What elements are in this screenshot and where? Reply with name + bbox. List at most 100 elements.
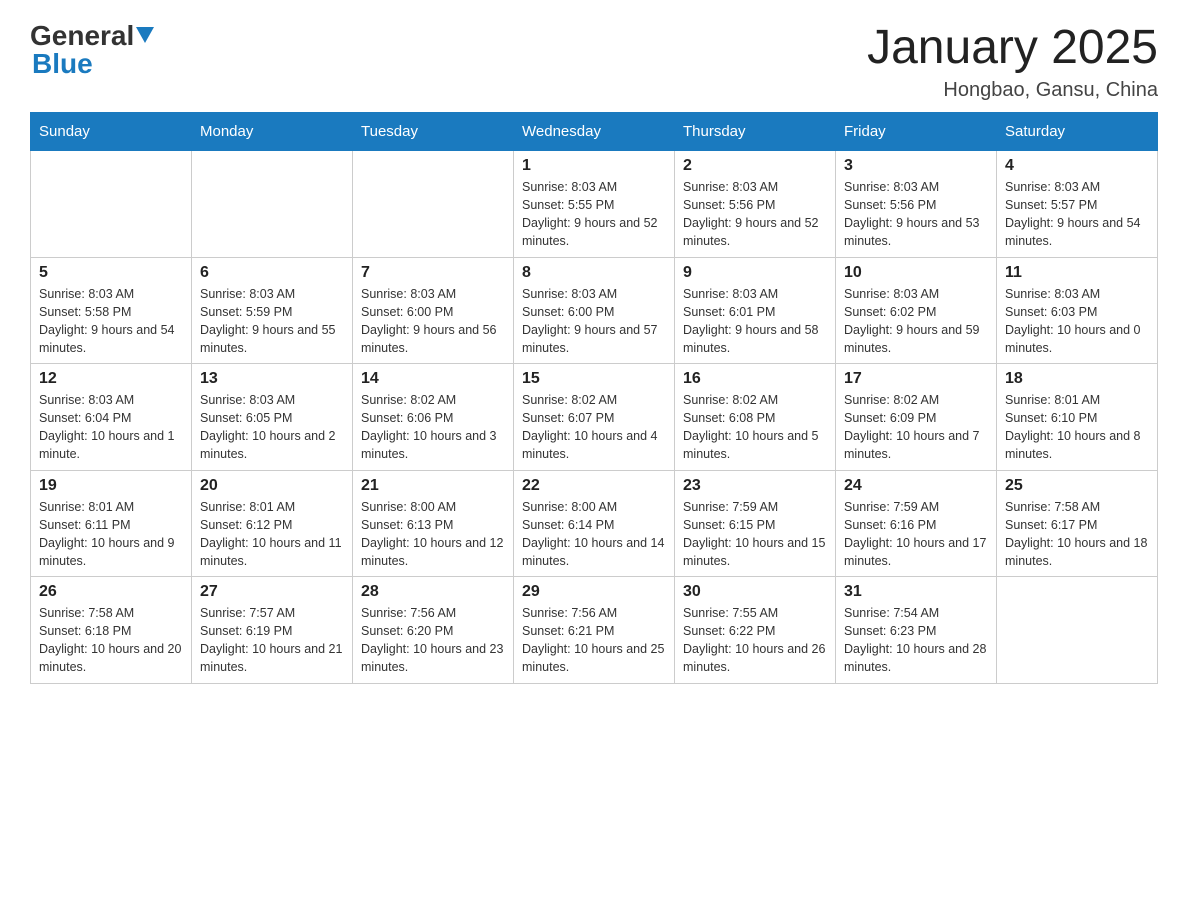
day-info: Sunrise: 8:03 AM Sunset: 6:05 PM Dayligh… [200,391,344,464]
calendar-day-header: Wednesday [514,113,675,151]
calendar-cell: 22Sunrise: 8:00 AM Sunset: 6:14 PM Dayli… [514,470,675,577]
calendar-cell: 28 Sunrise: 7:56 AM Sunset: 6:20 PM Dayli… [353,577,514,684]
calendar-day-header: Tuesday [353,113,514,151]
calendar-day-header: Sunday [31,113,192,151]
day-number: 31 [844,583,988,601]
calendar-cell: 8 Sunrise: 8:03 AM Sunset: 6:00 PM Daylig… [514,257,675,364]
day-info: Sunrise: 7:59 AM Sunset: 6:16 PM Dayligh… [844,498,988,571]
day-info: Sunrise: 8:03 AM Sunset: 5:56 PM Dayligh… [844,178,988,251]
calendar-cell [31,151,192,258]
calendar-cell [192,151,353,258]
day-number: 21 [361,477,505,495]
calendar-day-header: Thursday [675,113,836,151]
day-info: Sunrise: 8:03 AM Sunset: 5:55 PM Dayligh… [522,178,666,251]
calendar-day-header: Friday [836,113,997,151]
calendar-week-row: 5 Sunrise: 8:03 AM Sunset: 5:58 PM Daylig… [31,257,1158,364]
calendar-cell: 23 Sunrise: 7:59 AM Sunset: 6:15 PM Dayli… [675,470,836,577]
calendar-cell [997,577,1158,684]
day-number: 9 [683,264,827,282]
calendar-cell: 15 Sunrise: 8:02 AM Sunset: 6:07 PM Dayli… [514,364,675,471]
calendar-cell: 6 Sunrise: 8:03 AM Sunset: 5:59 PM Daylig… [192,257,353,364]
day-number: 6 [200,264,344,282]
calendar-cell: 30 Sunrise: 7:55 AM Sunset: 6:22 PM Dayli… [675,577,836,684]
calendar-cell: 20 Sunrise: 8:01 AM Sunset: 6:12 PM Dayli… [192,470,353,577]
day-info: Sunrise: 7:58 AM Sunset: 6:18 PM Dayligh… [39,604,183,677]
calendar-cell: 11 Sunrise: 8:03 AM Sunset: 6:03 PM Dayli… [997,257,1158,364]
day-number: 12 [39,370,183,388]
day-number: 3 [844,157,988,175]
calendar-week-row: 26Sunrise: 7:58 AM Sunset: 6:18 PM Dayli… [31,577,1158,684]
day-number: 27 [200,583,344,601]
day-info: Sunrise: 8:01 AM Sunset: 6:12 PM Dayligh… [200,498,344,571]
calendar-week-row: 1 Sunrise: 8:03 AM Sunset: 5:55 PM Daylig… [31,151,1158,258]
day-number: 15 [522,370,666,388]
day-info: Sunrise: 8:02 AM Sunset: 6:08 PM Dayligh… [683,391,827,464]
day-number: 17 [844,370,988,388]
day-info: Sunrise: 8:03 AM Sunset: 6:01 PM Dayligh… [683,285,827,358]
day-number: 25 [1005,477,1149,495]
calendar-subtitle: Hongbao, Gansu, China [867,79,1158,102]
calendar-cell: 13 Sunrise: 8:03 AM Sunset: 6:05 PM Dayli… [192,364,353,471]
day-number: 20 [200,477,344,495]
day-number: 18 [1005,370,1149,388]
day-number: 28 [361,583,505,601]
logo-triangle-icon [136,27,154,48]
calendar-day-header: Saturday [997,113,1158,151]
day-info: Sunrise: 8:03 AM Sunset: 6:04 PM Dayligh… [39,391,183,464]
day-info: Sunrise: 8:03 AM Sunset: 5:59 PM Dayligh… [200,285,344,358]
calendar-cell: 16 Sunrise: 8:02 AM Sunset: 6:08 PM Dayli… [675,364,836,471]
day-info: Sunrise: 8:02 AM Sunset: 6:09 PM Dayligh… [844,391,988,464]
calendar-cell [353,151,514,258]
calendar-cell: 5 Sunrise: 8:03 AM Sunset: 5:58 PM Daylig… [31,257,192,364]
day-info: Sunrise: 7:59 AM Sunset: 6:15 PM Dayligh… [683,498,827,571]
day-number: 5 [39,264,183,282]
calendar-cell: 2 Sunrise: 8:03 AM Sunset: 5:56 PM Daylig… [675,151,836,258]
calendar-table: SundayMondayTuesdayWednesdayThursdayFrid… [30,112,1158,684]
day-info: Sunrise: 8:03 AM Sunset: 6:00 PM Dayligh… [522,285,666,358]
calendar-cell: 19Sunrise: 8:01 AM Sunset: 6:11 PM Dayli… [31,470,192,577]
calendar-cell: 21 Sunrise: 8:00 AM Sunset: 6:13 PM Dayli… [353,470,514,577]
day-number: 11 [1005,264,1149,282]
day-number: 1 [522,157,666,175]
day-number: 16 [683,370,827,388]
title-section: January 2025 Hongbao, Gansu, China [867,20,1158,102]
day-number: 13 [200,370,344,388]
calendar-day-header: Monday [192,113,353,151]
day-number: 23 [683,477,827,495]
calendar-cell: 17 Sunrise: 8:02 AM Sunset: 6:09 PM Dayli… [836,364,997,471]
day-number: 8 [522,264,666,282]
day-number: 4 [1005,157,1149,175]
day-number: 30 [683,583,827,601]
calendar-cell: 24Sunrise: 7:59 AM Sunset: 6:16 PM Dayli… [836,470,997,577]
day-info: Sunrise: 8:03 AM Sunset: 5:57 PM Dayligh… [1005,178,1149,251]
calendar-cell: 29 Sunrise: 7:56 AM Sunset: 6:21 PM Dayli… [514,577,675,684]
calendar-cell: 27Sunrise: 7:57 AM Sunset: 6:19 PM Dayli… [192,577,353,684]
day-info: Sunrise: 8:01 AM Sunset: 6:10 PM Dayligh… [1005,391,1149,464]
calendar-cell: 14 Sunrise: 8:02 AM Sunset: 6:06 PM Dayli… [353,364,514,471]
calendar-cell: 18 Sunrise: 8:01 AM Sunset: 6:10 PM Dayli… [997,364,1158,471]
day-info: Sunrise: 8:03 AM Sunset: 5:58 PM Dayligh… [39,285,183,358]
day-info: Sunrise: 8:03 AM Sunset: 6:03 PM Dayligh… [1005,285,1149,358]
day-info: Sunrise: 7:56 AM Sunset: 6:20 PM Dayligh… [361,604,505,677]
day-info: Sunrise: 8:02 AM Sunset: 6:07 PM Dayligh… [522,391,666,464]
calendar-cell: 12 Sunrise: 8:03 AM Sunset: 6:04 PM Dayli… [31,364,192,471]
day-number: 29 [522,583,666,601]
day-info: Sunrise: 7:58 AM Sunset: 6:17 PM Dayligh… [1005,498,1149,571]
calendar-cell: 31 Sunrise: 7:54 AM Sunset: 6:23 PM Dayli… [836,577,997,684]
calendar-week-row: 12 Sunrise: 8:03 AM Sunset: 6:04 PM Dayli… [31,364,1158,471]
calendar-title: January 2025 [867,20,1158,75]
day-info: Sunrise: 8:03 AM Sunset: 5:56 PM Dayligh… [683,178,827,251]
calendar-cell: 9 Sunrise: 8:03 AM Sunset: 6:01 PM Daylig… [675,257,836,364]
day-info: Sunrise: 7:56 AM Sunset: 6:21 PM Dayligh… [522,604,666,677]
day-info: Sunrise: 8:03 AM Sunset: 6:00 PM Dayligh… [361,285,505,358]
day-info: Sunrise: 8:02 AM Sunset: 6:06 PM Dayligh… [361,391,505,464]
day-info: Sunrise: 7:55 AM Sunset: 6:22 PM Dayligh… [683,604,827,677]
day-number: 19 [39,477,183,495]
day-info: Sunrise: 8:00 AM Sunset: 6:13 PM Dayligh… [361,498,505,571]
calendar-cell: 4 Sunrise: 8:03 AM Sunset: 5:57 PM Daylig… [997,151,1158,258]
day-info: Sunrise: 8:00 AM Sunset: 6:14 PM Dayligh… [522,498,666,571]
day-number: 14 [361,370,505,388]
day-info: Sunrise: 7:54 AM Sunset: 6:23 PM Dayligh… [844,604,988,677]
calendar-week-row: 19Sunrise: 8:01 AM Sunset: 6:11 PM Dayli… [31,470,1158,577]
day-number: 2 [683,157,827,175]
